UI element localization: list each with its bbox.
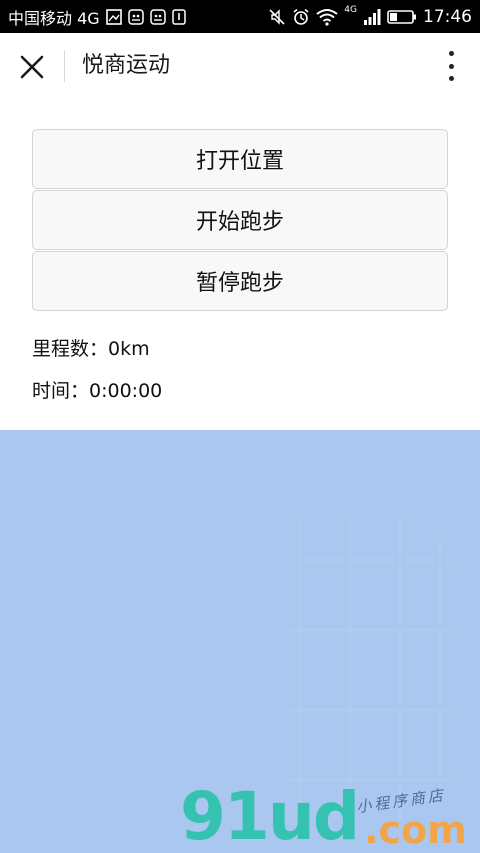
status-bar-left: 中国移动 4G — [8, 5, 186, 29]
wifi-icon — [316, 8, 338, 26]
network-type-label: 4G — [344, 5, 357, 15]
time-readout: 时间：0:00:00 — [32, 380, 163, 402]
pause-run-button[interactable]: 暂停跑步 — [32, 251, 448, 311]
watermark-domain-text: .com — [364, 808, 467, 852]
navigation-bar: 悦商运动 — [0, 33, 480, 99]
close-button[interactable] — [18, 53, 46, 81]
page-title: 悦商运动 — [82, 53, 171, 78]
notification-icon — [127, 8, 144, 25]
action-buttons: 打开位置 开始跑步 暂停跑步 — [32, 129, 448, 312]
network-type-icon: 4G — [344, 6, 357, 21]
alarm-icon — [292, 8, 310, 26]
more-vertical-icon — [448, 51, 454, 56]
watermark-main-text: 91ud — [180, 778, 360, 853]
close-icon — [20, 55, 44, 79]
more-vertical-icon — [448, 76, 454, 81]
image-icon — [105, 8, 122, 25]
map-view[interactable]: 91ud .com 小程序商店 — [0, 430, 480, 853]
open-location-button[interactable]: 打开位置 — [32, 129, 448, 189]
clock-time: 17:46 — [423, 6, 472, 27]
distance-readout: 里程数：0km — [32, 338, 150, 360]
signal-icon — [363, 8, 381, 26]
notification-icon — [149, 8, 166, 25]
more-vertical-icon — [448, 63, 454, 69]
status-bar-right: 4G 17:46 — [268, 6, 472, 27]
status-bar: 中国移动 4G 4G 17:46 — [0, 0, 480, 33]
mute-icon — [268, 8, 286, 26]
start-run-button[interactable]: 开始跑步 — [32, 190, 448, 250]
sim-icon — [171, 8, 186, 25]
more-options-button[interactable] — [444, 51, 458, 81]
carrier-label: 中国移动 4G — [8, 8, 100, 28]
map-faint-roads — [290, 520, 450, 820]
nav-divider — [64, 50, 65, 82]
battery-icon — [387, 9, 417, 25]
